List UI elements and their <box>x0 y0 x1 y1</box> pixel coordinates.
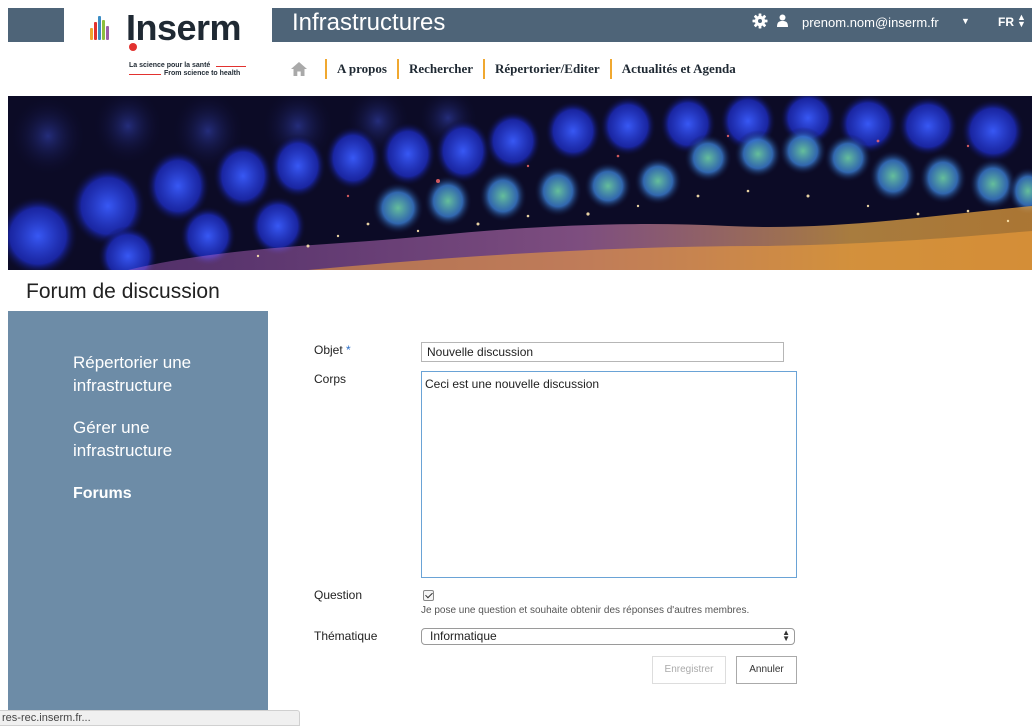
nav-separator <box>325 59 327 79</box>
logo-dot <box>129 43 137 51</box>
logo-tagline-en: From science to health <box>164 70 241 77</box>
language-selector[interactable]: FR <box>998 15 1014 29</box>
updown-arrows-icon: ▲ ▼ <box>782 628 790 643</box>
banner-image <box>8 96 1032 270</box>
home-icon[interactable] <box>291 62 307 76</box>
updown-arrows-icon[interactable]: ▲ ▼ <box>1017 13 1026 29</box>
sidebar-item-forums[interactable]: Forums <box>73 482 253 505</box>
nav-item-actualites-agenda[interactable]: Actualités et Agenda <box>622 61 736 77</box>
sidebar-item-repertorier[interactable]: Répertorier une infrastructure <box>73 351 253 397</box>
nav-separator <box>609 59 612 79</box>
logo-wordmark: Inserm <box>126 7 242 48</box>
logo-divider <box>129 74 161 75</box>
object-label: Objet * <box>314 343 351 357</box>
question-checkbox[interactable] <box>423 590 434 601</box>
nav-item-repertorier-editer[interactable]: Répertorier/Editer <box>495 61 600 77</box>
site-header-bar: Infrastructures prenom.nom@inserm.fr ▼ F… <box>272 8 1032 42</box>
logo-divider <box>216 66 246 67</box>
body-textarea[interactable]: Ceci est une nouvelle discussion <box>421 371 797 578</box>
inserm-logo[interactable]: Inserm La science pour la santé From sci… <box>88 8 270 88</box>
nav-separator <box>396 59 399 79</box>
main-nav: A propos Rechercher Répertorier/Editer A… <box>291 58 736 80</box>
body-label: Corps <box>314 372 347 386</box>
user-email-menu[interactable]: prenom.nom@inserm.fr <box>802 15 939 30</box>
site-title[interactable]: Infrastructures <box>292 8 445 38</box>
page: Inserm La science pour la santé From sci… <box>0 0 1032 726</box>
save-button[interactable]: Enregistrer <box>652 656 726 684</box>
theme-select-value: Informatique <box>430 629 497 643</box>
sidebar: Répertorier une infrastructure Gérer une… <box>8 311 268 726</box>
logo-tagline-fr: La science pour la santé <box>129 62 211 69</box>
header-left-bar <box>8 8 64 42</box>
nav-separator <box>483 59 485 79</box>
gear-icon[interactable] <box>752 13 768 29</box>
nav-item-rechercher[interactable]: Rechercher <box>409 61 473 77</box>
theme-label: Thématique <box>314 629 378 643</box>
object-label-text: Objet <box>314 343 343 357</box>
user-icon <box>777 14 788 27</box>
question-help-text: Je pose une question et souhaite obtenir… <box>421 605 750 616</box>
nav-item-a-propos[interactable]: A propos <box>337 61 387 77</box>
question-label: Question <box>314 588 363 602</box>
chevron-down-icon[interactable]: ▼ <box>961 16 970 26</box>
cancel-button[interactable]: Annuler <box>736 656 797 684</box>
required-marker: * <box>346 343 351 357</box>
logo-bars-icon <box>90 14 114 40</box>
sidebar-item-gerer[interactable]: Gérer une infrastructure <box>73 416 253 462</box>
page-title: Forum de discussion <box>26 280 220 303</box>
theme-select[interactable]: Informatique ▲ ▼ <box>421 628 795 645</box>
object-input[interactable] <box>421 342 784 362</box>
browser-status-url: res-rec.inserm.fr... <box>0 710 300 726</box>
